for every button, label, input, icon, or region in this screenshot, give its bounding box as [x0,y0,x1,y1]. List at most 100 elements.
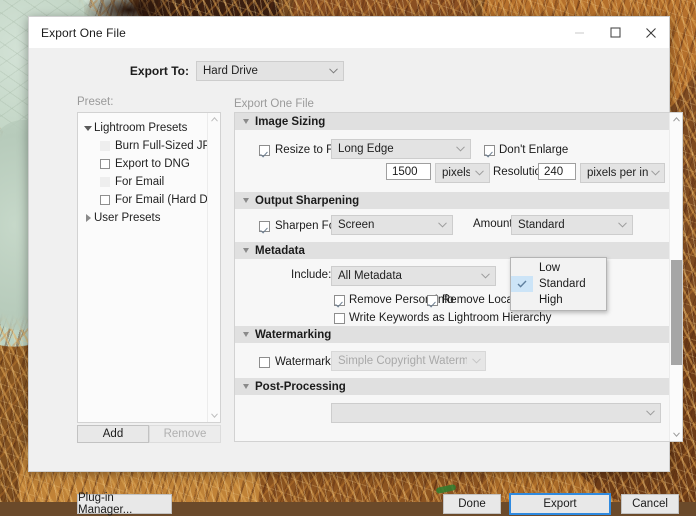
amount-menu-item-label: High [539,294,563,306]
preset-tree-item[interactable]: For Email [78,173,220,191]
preset-tree-item[interactable]: Burn Full-Sized JPEGs [78,137,220,155]
chevron-down-icon [475,273,495,279]
resize-mode-select[interactable]: Long Edge [331,139,471,159]
metadata-include-value: All Metadata [338,270,402,282]
resize-to-fit-checkbox[interactable] [259,144,270,156]
size-units-value: pixels [442,167,470,179]
preset-item-label: Burn Full-Sized JPEGs [115,140,221,152]
amount-menu-item[interactable]: Standard [511,276,606,292]
amount-dropdown-menu[interactable]: Low Standard High [510,257,607,311]
disclosure-triangle [85,214,91,222]
resize-mode-value: Long Edge [338,143,394,155]
plugin-manager-button[interactable]: Plug-in Manager... [77,492,172,516]
export-to-value: Hard Drive [203,65,258,77]
preset-item-label: For Email (Hard Drive) [115,194,221,206]
metadata-include-select[interactable]: All Metadata [331,266,496,286]
scroll-up-icon[interactable] [670,113,682,126]
disclosure-triangle [84,125,92,131]
preset-item-label: User Presets [94,212,161,224]
preset-tree-item[interactable]: Export to DNG [78,155,220,173]
amount-menu-item[interactable]: High [511,292,606,308]
amount-select[interactable]: Standard [511,215,633,235]
dont-enlarge-label: Don't Enlarge [499,144,569,156]
section-body-watermarking: Watermark: Simple Copyright Watermark [235,343,671,378]
chevron-down-icon [640,410,660,416]
chevron-down-icon [243,332,249,337]
settings-scrollbar[interactable] [669,113,682,441]
preset-item-label: For Email [115,176,165,188]
preset-label: Preset: [77,96,114,108]
export-settings-panel: Image Sizing Resize to Fit: Long Edge Do… [234,112,683,442]
post-processing-select[interactable] [331,403,661,423]
dont-enlarge-checkbox[interactable] [484,144,495,156]
export-to-row: Export To: Hard Drive [29,60,669,82]
settings-scrollbar-thumb[interactable] [671,260,682,365]
resolution-units-select[interactable]: pixels per inch [580,163,665,183]
size-units-select[interactable]: pixels [435,163,490,183]
section-title-watermarking: Watermarking [255,328,332,341]
amount-label: Amount: [473,218,516,230]
chevron-down-icon [323,68,343,74]
preset-tree-item[interactable]: User Presets [78,209,220,227]
chevron-down-icon [450,146,470,152]
preset-item-checkbox[interactable] [100,177,110,187]
menu-gutter [511,292,533,308]
maximize-button[interactable] [597,17,633,48]
maximize-icon [609,27,621,38]
section-body-post-processing [235,395,671,423]
preset-tree-item[interactable]: For Email (Hard Drive) [78,191,220,209]
scroll-down-icon[interactable] [208,409,220,422]
section-title-output-sharpening: Output Sharpening [255,194,360,207]
remove-location-info-checkbox[interactable] [427,294,438,306]
add-preset-button[interactable]: Add [77,425,149,443]
chevron-right-icon[interactable] [82,214,94,222]
chevron-down-icon [648,170,664,176]
preset-list-panel[interactable]: Lightroom Presets Burn Full-Sized JPEGs Ex… [77,112,221,423]
close-button[interactable] [633,17,669,48]
chevron-down-icon [243,119,249,124]
amount-menu-item-label: Low [539,262,561,274]
done-button[interactable]: Done [443,494,501,514]
export-button[interactable]: Export [509,493,611,515]
chevron-down-icon [243,198,249,203]
preset-item-checkbox[interactable] [100,141,110,151]
chevron-down-icon [470,170,489,176]
section-title-image-sizing: Image Sizing [255,115,326,128]
chevron-down-icon [243,384,249,389]
scroll-down-icon[interactable] [670,428,682,441]
sharpen-for-select[interactable]: Screen [331,215,453,235]
minimize-icon [574,32,584,34]
amount-value: Standard [518,219,565,231]
chevron-down-icon [467,358,485,364]
section-title-metadata: Metadata [255,244,305,257]
dialog-body: Export To: Hard Drive Preset: Export One… [29,48,683,516]
sharpen-for-checkbox[interactable] [259,220,270,232]
remove-person-info-checkbox[interactable] [334,294,345,306]
amount-menu-item[interactable]: Low [511,260,606,276]
resolution-input[interactable]: 240 [538,163,576,180]
section-header-output-sharpening[interactable]: Output Sharpening [235,192,671,209]
section-title-post-processing: Post-Processing [255,380,346,393]
section-body-image-sizing: Resize to Fit: Long Edge Don't Enlarge 1… [235,130,671,192]
check-icon [511,276,533,292]
write-keywords-checkbox[interactable] [334,312,345,324]
preset-scrollbar[interactable] [207,113,220,422]
chevron-down-icon[interactable] [82,125,94,131]
amount-menu-item-label: Standard [539,278,586,290]
preset-tree-item[interactable]: Lightroom Presets [78,119,220,137]
minimize-button[interactable] [561,17,597,48]
cancel-button[interactable]: Cancel [621,494,679,514]
scroll-up-icon[interactable] [208,113,220,126]
section-header-image-sizing[interactable]: Image Sizing [235,113,671,130]
size-input[interactable]: 1500 [386,163,431,180]
preset-item-checkbox[interactable] [100,159,110,169]
title-bar: Export One File [29,17,669,48]
watermark-value: Simple Copyright Watermark [338,355,468,367]
write-keywords-label: Write Keywords as Lightroom Hierarchy [349,312,552,324]
section-header-post-processing[interactable]: Post-Processing [235,378,671,395]
export-to-select[interactable]: Hard Drive [196,61,344,81]
watermark-checkbox[interactable] [259,356,270,368]
preset-item-checkbox[interactable] [100,195,110,205]
menu-gutter [511,260,533,276]
resolution-units-value: pixels per inch [587,167,648,179]
